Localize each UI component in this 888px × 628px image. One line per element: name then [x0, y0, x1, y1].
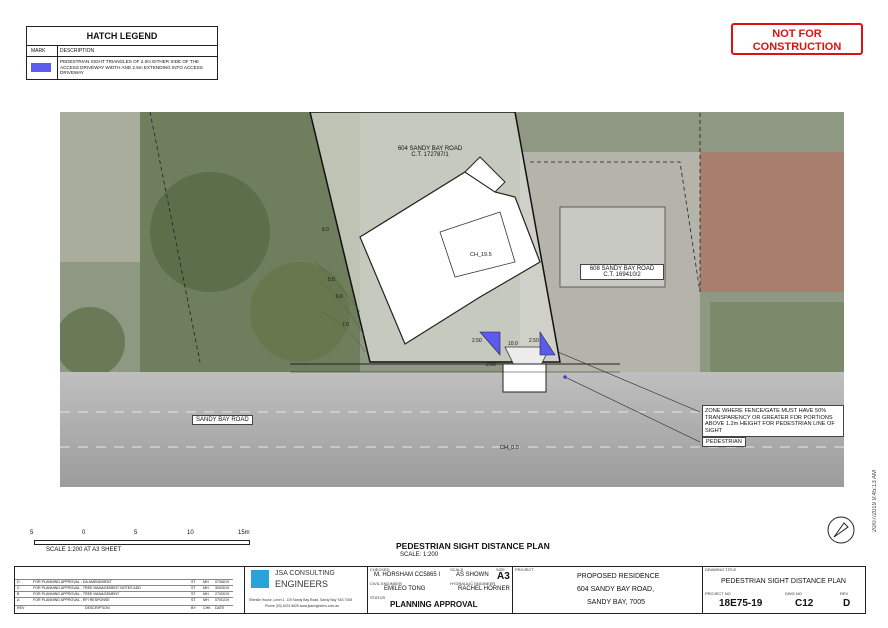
legend-col-description: DESCRIPTION — [60, 48, 95, 54]
chainage-19-5: CH_19.5 — [470, 252, 492, 258]
site-plan-aerial: 604 SANDY BAY ROAD C.T. 172787/1 608 SAN… — [60, 112, 844, 487]
scale-caption: SCALE 1:200 AT A3 SHEET — [46, 547, 122, 553]
legend-col-mark: MARK — [31, 48, 46, 54]
legend-row-description: PEDESTRIAN SIGHT TRIANGLES OF 2.0m EITHE… — [60, 59, 203, 76]
company-line2: ENGINEERS — [275, 579, 329, 589]
chainage-0-0: CH_0.0 — [500, 445, 519, 451]
project-block: PROJECT PROPOSED RESIDENCE 604 SANDY BAY… — [513, 567, 703, 613]
contour-label-3: 7.0 — [342, 322, 349, 328]
dim-2-00: 2.00 — [486, 362, 496, 368]
scale-bar: 5 0 5 10 15m SCALE 1:200 AT A3 SHEET — [30, 530, 260, 570]
dim-2-50-right: 2.50 — [529, 338, 539, 344]
contour-label-4: 6.0 — [322, 227, 329, 233]
dim-2-50-left: 2.50 — [472, 338, 482, 344]
drawing-title-label: PEDESTRIAN SIGHT DISTANCE PLAN — [396, 541, 550, 551]
lot-604-ct: C.T. 172787/1 — [411, 152, 449, 158]
civil-value: EMILEO TONG — [384, 586, 426, 592]
drawing-block: DRAWING TITLE PEDESTRIAN SIGHT DISTANCE … — [703, 567, 865, 613]
stamp-line2: CONSTRUCTION — [752, 41, 842, 53]
people-block: CHECKED M. HORSHAM CC5865 I SCALE AS SHO… — [368, 567, 513, 613]
scale-value: AS SHOWN — [456, 572, 489, 578]
fence-transparency-note: ZONE WHERE FENCE/GATE MUST HAVE 50% TRAN… — [702, 405, 844, 438]
checked-value: M. HORSHAM CC5865 I — [374, 572, 441, 578]
project-line2: 604 SANDY BAY ROAD, — [577, 586, 655, 593]
dwg-no-value: C12 — [795, 598, 814, 609]
title-block: D FOR PLANNING APPROVAL - DA AMENDMENT S… — [14, 566, 866, 614]
legend-title: HATCH LEGEND — [27, 27, 217, 46]
scale-tick-0: 5 — [30, 530, 34, 536]
lot-608-label: 608 SANDY BAY ROAD C.T. 169410/2 — [580, 264, 664, 280]
drawing-scale-label: SCALE: 1:200 — [400, 552, 439, 558]
legend-row: PEDESTRIAN SIGHT TRIANGLES OF 2.0m EITHE… — [27, 57, 217, 79]
dim-10-0: 10.0 — [508, 341, 518, 347]
hatch-legend: HATCH LEGEND MARK DESCRIPTION PEDESTRIAN… — [26, 26, 218, 80]
company-line1: JSA CONSULTING — [275, 570, 335, 577]
company-address: Ellerslie House, Level 1, 119 Sandy Bay … — [249, 598, 353, 602]
project-line3: SANDY BAY, 7005 — [587, 599, 645, 606]
legend-header: MARK DESCRIPTION — [27, 46, 217, 57]
drawing-title-field-label: DRAWING TITLE — [705, 567, 737, 572]
project-line1: PROPOSED RESIDENCE — [577, 573, 660, 580]
project-no-value: 18E75-19 — [719, 598, 763, 609]
north-arrow-icon — [827, 516, 855, 544]
scale-tick-3: 10 — [187, 530, 194, 536]
revision-table: D FOR PLANNING APPROVAL - DA AMENDMENT S… — [15, 567, 245, 613]
dwg-no-label: DWG NO — [785, 591, 802, 596]
rev-value: D — [843, 598, 851, 609]
legend-divider — [57, 46, 58, 79]
size-value: A3 — [497, 571, 510, 582]
lot-608-ct: C.T. 169410/2 — [603, 272, 641, 278]
rev-label: REV — [840, 591, 849, 596]
project-no-label: PROJECT NO — [705, 591, 731, 596]
hydraulic-value: RACHEL HORNER — [458, 586, 510, 592]
drawing-title-value: PEDESTRIAN SIGHT DISTANCE PLAN — [721, 578, 846, 585]
contour-label-1: 5.0 — [328, 277, 335, 283]
scale-bar-graphic — [34, 540, 250, 545]
scale-tick-4: 15m — [238, 530, 250, 536]
road-label: SANDY BAY ROAD — [192, 415, 253, 425]
company-phone: Phone (03) 6224 5626 www.jsaengineers.co… — [265, 604, 340, 608]
scale-tick-2: 5 — [134, 530, 138, 536]
scale-tick-1: 0 — [82, 530, 86, 536]
status-label: STATUS — [370, 595, 386, 600]
revision-header: REV DESCRIPTION BY CHK DATE — [15, 605, 233, 611]
company-block: JSA CONSULTING ENGINEERS Ellerslie House… — [245, 567, 368, 613]
lot-604-label: 604 SANDY BAY ROAD C.T. 172787/1 — [380, 146, 480, 158]
status-value: PLANNING APPROVAL — [390, 600, 478, 609]
jsa-logo-icon — [251, 570, 269, 588]
pedestrian-note: PEDESTRIAN — [702, 437, 746, 447]
contour-label-2: 6.0 — [336, 294, 343, 300]
sight-triangle-swatch — [31, 63, 51, 72]
stamp-line1: NOT FOR — [772, 28, 822, 40]
not-for-construction-stamp: NOT FOR CONSTRUCTION — [731, 23, 863, 55]
revision-row-a: A FOR PLANNING APPROVAL - RFI RESPONSE S… — [15, 597, 233, 603]
print-timestamp: 20/07/2019 9:45:13 AM — [872, 470, 878, 533]
project-label: PROJECT — [515, 567, 534, 572]
